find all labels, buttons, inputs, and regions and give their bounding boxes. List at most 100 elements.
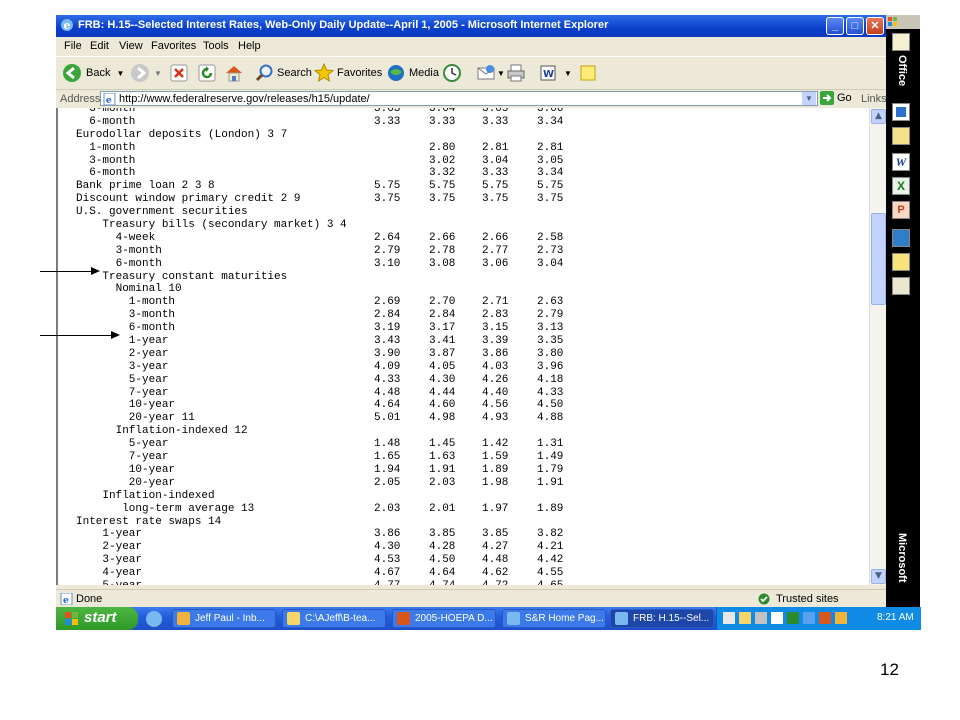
row-label: 2-year bbox=[76, 347, 169, 360]
row-label: Nominal 10 bbox=[76, 283, 182, 296]
mail-button[interactable]: ▼ bbox=[476, 61, 505, 85]
forward-arrow-icon bbox=[131, 64, 149, 82]
back-button[interactable]: Back ▼ bbox=[62, 61, 124, 85]
scroll-up-button[interactable]: ▲ bbox=[871, 109, 886, 124]
media-button[interactable]: Media bbox=[386, 61, 439, 85]
tray-volume-icon[interactable] bbox=[819, 612, 831, 624]
folder-icon[interactable] bbox=[892, 33, 910, 51]
office-bar-logo-icon bbox=[888, 17, 897, 26]
scroll-down-button[interactable]: ▼ bbox=[871, 569, 886, 584]
tray-messenger-icon[interactable] bbox=[835, 612, 847, 624]
open-office-document-icon[interactable] bbox=[892, 127, 910, 145]
address-label: Address bbox=[60, 93, 101, 105]
links-label[interactable]: Links bbox=[861, 93, 887, 105]
rate-cell: 3.33 bbox=[374, 115, 401, 128]
print-button[interactable] bbox=[506, 61, 526, 85]
tray-antivirus-icon[interactable] bbox=[787, 612, 799, 624]
close-button[interactable]: ✕ bbox=[866, 17, 884, 35]
rate-cell: 3.33 bbox=[429, 115, 456, 128]
rate-cell: 3.34 bbox=[537, 167, 564, 180]
rate-cell: 2.66 bbox=[482, 231, 509, 244]
address-dropdown-icon[interactable]: ▼ bbox=[802, 92, 816, 105]
rate-cell: 3.75 bbox=[482, 193, 509, 206]
stop-button[interactable] bbox=[170, 61, 188, 85]
status-bar: e Done Trusted sites bbox=[56, 589, 886, 608]
discuss-button[interactable] bbox=[578, 61, 598, 85]
row-label: 7-year bbox=[76, 451, 169, 464]
rate-cell: 4.21 bbox=[537, 541, 564, 554]
menu-view[interactable]: View bbox=[119, 40, 143, 52]
task-frb-h15[interactable]: FRB: H.15--Sel... bbox=[610, 609, 714, 628]
row-label: 1-year bbox=[76, 335, 169, 348]
row-label: Interest rate swaps 14 bbox=[76, 515, 222, 528]
refresh-button[interactable] bbox=[198, 61, 216, 85]
menu-edit[interactable]: Edit bbox=[90, 40, 109, 52]
edit-dropdown-icon[interactable]: ▼ bbox=[564, 69, 572, 78]
menu-help[interactable]: Help bbox=[238, 40, 261, 52]
row-label: 3-month bbox=[76, 154, 136, 167]
favorites-button[interactable]: Favorites bbox=[314, 61, 382, 85]
rate-cell: 3.15 bbox=[482, 322, 509, 335]
menu-tools[interactable]: Tools bbox=[203, 40, 229, 52]
microsoft-label: Microsoft bbox=[896, 533, 908, 583]
vertical-scrollbar[interactable]: ▲ ▼ bbox=[869, 108, 887, 585]
row-label: 10-year bbox=[76, 399, 176, 412]
back-arrow-icon bbox=[63, 64, 81, 82]
rate-cell: 2.66 bbox=[429, 231, 456, 244]
row-label: 3-year bbox=[76, 360, 169, 373]
home-button[interactable] bbox=[224, 61, 244, 85]
rate-cell: 4.30 bbox=[429, 373, 456, 386]
task-sr-home[interactable]: S&R Home Pag... bbox=[502, 609, 606, 628]
contacts-card-icon[interactable] bbox=[892, 277, 910, 295]
tray-printer-icon[interactable] bbox=[755, 612, 767, 624]
powerpoint-icon[interactable]: P bbox=[892, 201, 910, 219]
menu-favorites[interactable]: Favorites bbox=[151, 40, 196, 52]
word-icon[interactable]: W bbox=[892, 153, 910, 171]
rate-cell: 3.80 bbox=[537, 347, 564, 360]
rate-cell: 4.40 bbox=[482, 386, 509, 399]
desktop-icon[interactable] bbox=[892, 229, 910, 247]
tray-note-icon[interactable] bbox=[739, 612, 751, 624]
rate-cell: 2.80 bbox=[429, 141, 456, 154]
rate-cell: 3.17 bbox=[429, 322, 456, 335]
rate-cell: 3.86 bbox=[482, 347, 509, 360]
tray-pen-icon[interactable] bbox=[723, 612, 735, 624]
search-label: Search bbox=[277, 67, 312, 79]
back-dropdown-icon[interactable]: ▼ bbox=[116, 69, 124, 78]
task-powerpoint[interactable]: 2005-HOEPA D... bbox=[392, 609, 496, 628]
rate-cell: 2.63 bbox=[537, 296, 564, 309]
tray-help-icon[interactable] bbox=[771, 612, 783, 624]
rate-cell: 4.67 bbox=[374, 567, 401, 580]
rate-cell: 3.04 bbox=[537, 257, 564, 270]
scroll-thumb[interactable] bbox=[871, 213, 886, 305]
forward-button[interactable]: ▼ bbox=[130, 61, 162, 85]
search-button[interactable]: Search bbox=[254, 61, 312, 85]
tray-network-icon[interactable] bbox=[803, 612, 815, 624]
key-icon[interactable] bbox=[892, 253, 910, 271]
mail-dropdown-icon[interactable]: ▼ bbox=[497, 69, 505, 78]
clock[interactable]: 8:21 AM bbox=[877, 612, 914, 623]
address-input[interactable]: e http://www.federalreserve.gov/releases… bbox=[100, 91, 818, 106]
new-office-document-icon[interactable] bbox=[892, 103, 910, 121]
annotation-arrowhead-1-year bbox=[111, 331, 120, 339]
title-bar[interactable]: e FRB: H.15--Selected Interest Rates, We… bbox=[56, 15, 886, 37]
edit-word-button[interactable]: W ▼ bbox=[538, 61, 572, 85]
rate-cell: 5.75 bbox=[537, 180, 564, 193]
rate-cell: 3.75 bbox=[429, 193, 456, 206]
go-button[interactable]: Go bbox=[820, 91, 852, 105]
annotation-arrowhead-constant-maturities bbox=[91, 267, 100, 275]
maximize-button[interactable]: □ bbox=[846, 17, 864, 35]
rate-cell: 4.88 bbox=[537, 412, 564, 425]
forward-dropdown-icon[interactable]: ▼ bbox=[154, 69, 162, 78]
ie-task-icon bbox=[507, 612, 520, 625]
task-outlook[interactable]: Jeff Paul - Inb... bbox=[172, 609, 276, 628]
start-button[interactable]: start bbox=[56, 607, 138, 630]
task-explorer[interactable]: C:\AJeff\B-tea... bbox=[282, 609, 386, 628]
history-button[interactable] bbox=[442, 61, 462, 85]
rate-cell: 3.90 bbox=[374, 347, 401, 360]
excel-icon[interactable]: X bbox=[892, 177, 910, 195]
menu-file[interactable]: File bbox=[64, 40, 82, 52]
minimize-button[interactable]: _ bbox=[826, 17, 844, 35]
quick-launch-ie-icon[interactable] bbox=[146, 611, 162, 627]
address-url: http://www.federalreserve.gov/releases/h… bbox=[119, 93, 370, 105]
